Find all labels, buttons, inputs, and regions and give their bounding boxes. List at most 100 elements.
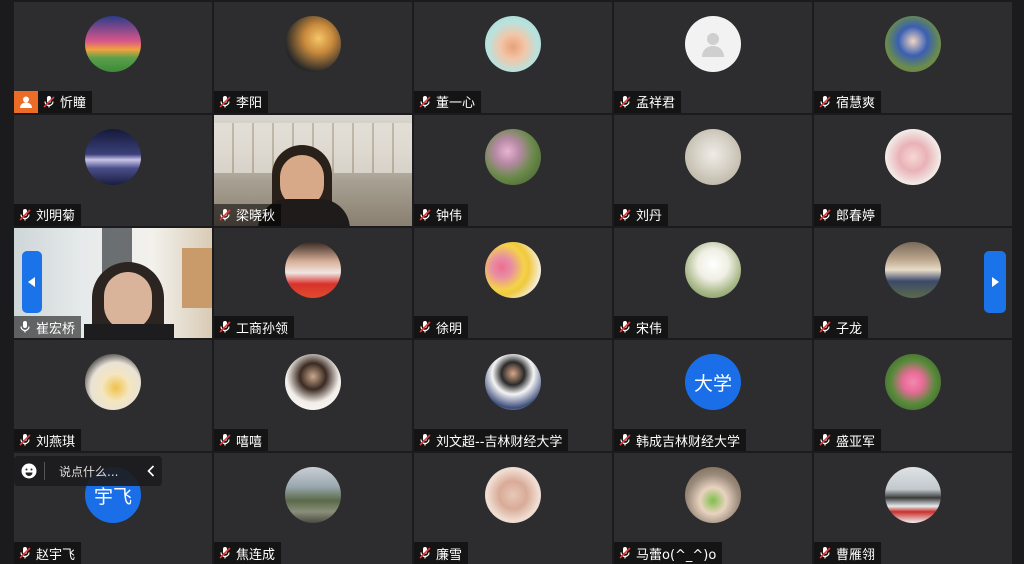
participant-tile[interactable]: 刘明菊 [14, 114, 212, 226]
mic-muted-icon [819, 95, 831, 108]
participant-name: 郎春婷 [836, 209, 876, 225]
mic-muted-icon [419, 208, 431, 221]
participant-video-tile[interactable]: 梁晓秋 [214, 114, 412, 226]
avatar [285, 467, 341, 524]
participant-name: 刘明菊 [36, 209, 76, 225]
participant-tile[interactable]: 大学 韩成吉林财经大学 [614, 340, 812, 452]
avatar [485, 241, 541, 298]
avatar [285, 241, 341, 298]
participant-name-label: 嘻嘻 [214, 429, 269, 452]
participant-name-label: 韩成吉林财经大学 [614, 429, 747, 452]
mic-muted-icon [219, 434, 231, 446]
mic-muted-icon [419, 321, 431, 333]
mic-muted-icon [619, 321, 631, 333]
participant-tile[interactable]: 钟伟 [414, 114, 612, 226]
participant-name-label: 子龙 [814, 316, 869, 339]
avatar [85, 16, 141, 72]
participant-tile[interactable]: 孟祥君 [614, 2, 812, 113]
avatar [885, 467, 941, 524]
participant-name: 焦连成 [236, 547, 276, 563]
participant-name: 刘文超--吉林财经大学 [436, 434, 563, 450]
participant-name: 嘻嘻 [236, 434, 263, 450]
participant-name-label: 刘文超--吉林财经大学 [414, 429, 569, 452]
participant-tile[interactable]: 盛亚军 [814, 340, 1012, 452]
participant-tile[interactable]: 刘文超--吉林财经大学 [414, 340, 612, 452]
participant-tile[interactable]: 焦连成 [214, 453, 412, 564]
participant-name-label: 赵宇飞 [14, 542, 82, 564]
participant-tile[interactable]: 忻瞳 [14, 2, 212, 113]
participant-name-label: 曹雁翎 [814, 542, 882, 564]
mic-icon [20, 321, 30, 333]
chat-input-placeholder[interactable]: 说点什么... [45, 463, 140, 480]
participant-name-label: 工商孙领 [214, 316, 295, 339]
mic-muted-icon [43, 95, 55, 108]
next-page-button[interactable] [984, 251, 1006, 313]
collapse-chat-button[interactable] [140, 465, 162, 477]
participant-name-label: 盛亚军 [814, 429, 882, 452]
chevron-left-icon [28, 277, 35, 287]
participant-name-label: 马蕾o(^_^)o [614, 542, 723, 564]
participant-tile[interactable]: 郎春婷 [814, 114, 1012, 226]
participant-name: 马蕾o(^_^)o [636, 547, 717, 563]
avatar: 大学 [685, 354, 741, 411]
emoji-button[interactable] [14, 456, 44, 486]
participant-tile[interactable]: 刘丹 [614, 114, 812, 226]
participant-tile[interactable]: 董一心 [414, 2, 612, 113]
mic-muted-icon [19, 208, 31, 221]
participant-tile[interactable]: 刘燕琪 [14, 340, 212, 452]
participant-name-label: 崔宏桥 [14, 316, 82, 339]
person-icon [20, 96, 32, 108]
participant-name: 李阳 [236, 96, 263, 112]
avatar [885, 16, 941, 72]
mic-muted-icon [819, 434, 831, 446]
participant-name-label: 孟祥君 [614, 90, 682, 113]
participant-name: 工商孙领 [236, 321, 289, 337]
participant-name: 韩成吉林财经大学 [636, 434, 741, 450]
avatar [685, 467, 741, 524]
mic-muted-icon [619, 95, 631, 108]
participant-name: 徐明 [436, 321, 463, 337]
mic-muted-icon [19, 547, 31, 559]
participant-name-label: 廉雪 [414, 542, 469, 564]
participant-tile[interactable]: 廉雪 [414, 453, 612, 564]
participant-name-label: 董一心 [414, 90, 482, 113]
participant-tile[interactable]: 李阳 [214, 2, 412, 113]
participant-tile[interactable]: 宋伟 [614, 227, 812, 339]
participant-tile[interactable]: 徐明 [414, 227, 612, 339]
participant-name: 钟伟 [436, 209, 463, 225]
participant-video-tile[interactable]: 崔宏桥 [14, 227, 212, 339]
mic-muted-icon [819, 321, 831, 333]
avatar-initials: 大学 [693, 372, 732, 395]
participant-tile[interactable]: 马蕾o(^_^)o [614, 453, 812, 564]
participant-tile[interactable]: 工商孙领 [214, 227, 412, 339]
mic-muted-icon [219, 208, 231, 221]
chat-input-bar[interactable]: 说点什么... [14, 456, 162, 486]
participant-tile[interactable]: 子龙 [814, 227, 1012, 339]
participant-name: 董一心 [436, 96, 476, 112]
participant-tile[interactable]: 宿慧爽 [814, 2, 1012, 113]
mic-muted-icon [219, 95, 231, 108]
participant-name: 宿慧爽 [836, 96, 876, 112]
mic-muted-icon [819, 208, 831, 221]
participant-name-label: 刘燕琪 [14, 429, 82, 452]
avatar [485, 128, 541, 185]
participant-name-label: 钟伟 [414, 203, 469, 226]
avatar [485, 354, 541, 411]
chevron-right-icon [992, 277, 999, 287]
participant-name: 廉雪 [436, 547, 463, 563]
avatar [885, 354, 941, 411]
video-grid: 忻瞳 李阳 董一心 孟祥君 宿慧爽 刘明菊 梁晓秋 钟伟 刘丹 郎春婷 崔宏桥 … [14, 2, 1012, 564]
avatar [85, 354, 141, 411]
avatar [485, 467, 541, 524]
participant-name: 刘丹 [636, 209, 663, 225]
avatar [685, 128, 741, 185]
mic-muted-icon [619, 208, 631, 221]
prev-page-button[interactable] [22, 251, 42, 313]
avatar [285, 354, 341, 411]
participant-name-label: 刘丹 [614, 203, 669, 226]
participant-tile[interactable]: 曹雁翎 [814, 453, 1012, 564]
mic-muted-icon [219, 547, 231, 559]
host-badge [14, 90, 38, 113]
participant-name-label: 刘明菊 [14, 203, 82, 226]
participant-tile[interactable]: 嘻嘻 [214, 340, 412, 452]
